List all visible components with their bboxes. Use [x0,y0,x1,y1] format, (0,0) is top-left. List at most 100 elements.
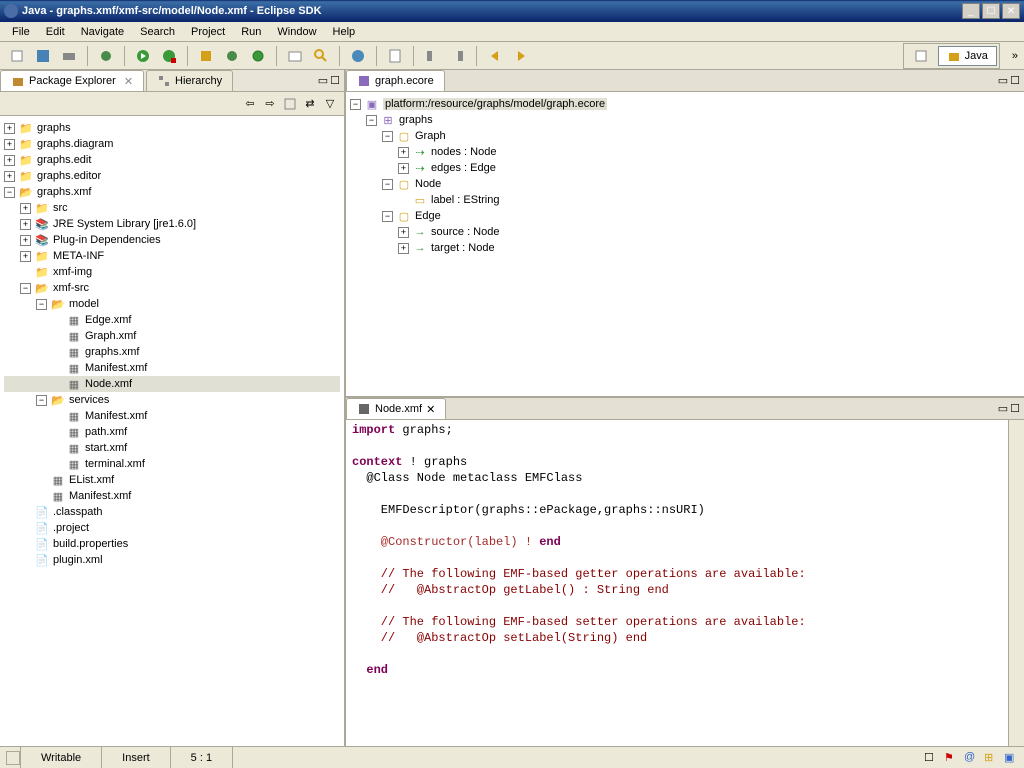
collapse-all-icon[interactable] [282,96,298,112]
tree-services[interactable]: −📂services [4,392,340,408]
save-button[interactable] [32,45,54,67]
minimize-button[interactable]: _ [962,3,980,19]
nav-button-2[interactable] [447,45,469,67]
run-button[interactable] [132,45,154,67]
tree-jre[interactable]: +📚JRE System Library [jre1.6.0] [4,216,340,232]
tree-project-file[interactable]: 📄.project [4,520,340,536]
new-package-button[interactable] [195,45,217,67]
maximize-code-icon[interactable]: ☐ [1010,402,1020,415]
ecore-edge[interactable]: −▢Edge [350,208,1020,224]
package-explorer-tree[interactable]: +📁graphs +📁graphs.diagram +📁graphs.edit … [0,116,344,746]
menu-help[interactable]: Help [325,24,364,40]
tree-project-graphs-xmf[interactable]: −📂graphs.xmf [4,184,340,200]
tree-svc-terminal[interactable]: ▦terminal.xmf [4,456,340,472]
link-editor-icon[interactable]: ⇄ [302,96,318,112]
ecore-node[interactable]: −▢Node [350,176,1020,192]
package-explorer-label: Package Explorer [29,75,116,87]
nav-button[interactable] [421,45,443,67]
view-menu-icon[interactable]: ▽ [322,96,338,112]
status-icon-2[interactable]: ⚑ [944,751,958,765]
maximize-button[interactable]: ☐ [982,3,1000,19]
menu-edit[interactable]: Edit [38,24,73,40]
status-icon-1[interactable]: ☐ [924,751,938,765]
tree-model[interactable]: −📂model [4,296,340,312]
java-icon [947,49,961,63]
run-last-button[interactable] [158,45,180,67]
ecore-node-label[interactable]: ▭label : EString [350,192,1020,208]
menu-window[interactable]: Window [269,24,324,40]
task-button[interactable] [384,45,406,67]
tree-svc-path[interactable]: ▦path.xmf [4,424,340,440]
tree-xmf-src[interactable]: −📂xmf-src [4,280,340,296]
tree-plugin-deps[interactable]: +📚Plug-in Dependencies [4,232,340,248]
forward-button[interactable] [510,45,532,67]
tree-svc-manifest[interactable]: ▦Manifest.xmf [4,408,340,424]
tree-project-graphs[interactable]: +📁graphs [4,120,340,136]
close-icon[interactable]: ✕ [124,75,133,88]
tree-graphs-xmf-file[interactable]: ▦graphs.xmf [4,344,340,360]
code-editor-tabs: Node.xmf ✕ ▭ ☐ [346,398,1024,420]
minimize-view-icon[interactable]: ▭ [318,74,328,87]
forward-nav-icon[interactable]: ⇨ [262,96,278,112]
ecore-edge-source[interactable]: +→source : Node [350,224,1020,240]
tree-project-graphs-diagram[interactable]: +📁graphs.diagram [4,136,340,152]
new-type-button[interactable] [247,45,269,67]
node-xmf-tab[interactable]: Node.xmf ✕ [346,398,446,419]
status-icon-4[interactable]: ⊞ [984,751,998,765]
tree-elist-xmf[interactable]: ▦EList.xmf [4,472,340,488]
java-perspective-button[interactable]: Java [938,46,997,66]
back-nav-icon[interactable]: ⇦ [242,96,258,112]
hierarchy-tab[interactable]: Hierarchy [146,70,233,91]
ecore-graph-nodes[interactable]: +⇢nodes : Node [350,144,1020,160]
ecore-graph-edges[interactable]: +⇢edges : Edge [350,160,1020,176]
ecore-tree[interactable]: −▣platform:/resource/graphs/model/graph.… [346,92,1024,396]
search-button[interactable] [310,45,332,67]
menu-run[interactable]: Run [233,24,269,40]
code-editor-body[interactable]: import graphs; context ! graphs @Class N… [346,420,1008,746]
ecore-edge-target[interactable]: +→target : Node [350,240,1020,256]
close-button[interactable]: ✕ [1002,3,1020,19]
open-perspective-button[interactable] [906,46,936,66]
tree-svc-start[interactable]: ▦start.xmf [4,440,340,456]
menu-navigate[interactable]: Navigate [73,24,132,40]
tree-plugin-xml[interactable]: 📄plugin.xml [4,552,340,568]
tree-project-graphs-editor[interactable]: +📁graphs.editor [4,168,340,184]
toolbar-chevron-icon[interactable]: » [1012,50,1018,62]
tree-src[interactable]: +📁src [4,200,340,216]
tree-node-xmf[interactable]: ▦Node.xmf [4,376,340,392]
close-tab-icon[interactable]: ✕ [426,403,435,416]
status-icon-5[interactable]: ▣ [1004,751,1018,765]
tree-meta-inf[interactable]: +📁META-INF [4,248,340,264]
maximize-editor-icon[interactable]: ☐ [1010,74,1020,87]
menu-search[interactable]: Search [132,24,183,40]
ecore-root[interactable]: −▣platform:/resource/graphs/model/graph.… [350,96,1020,112]
maximize-view-icon[interactable]: ☐ [330,74,340,87]
minimize-code-icon[interactable]: ▭ [998,402,1008,415]
back-button[interactable] [484,45,506,67]
open-type-button[interactable] [284,45,306,67]
debug-button[interactable] [95,45,117,67]
tree-project-graphs-edit[interactable]: +📁graphs.edit [4,152,340,168]
hierarchy-label: Hierarchy [175,75,222,87]
tree-xmf-img[interactable]: 📁xmf-img [4,264,340,280]
tree-graph-xmf[interactable]: ▦Graph.xmf [4,328,340,344]
tree-manifest-xmf2[interactable]: ▦Manifest.xmf [4,488,340,504]
print-button[interactable] [58,45,80,67]
menu-project[interactable]: Project [183,24,233,40]
web-button[interactable] [347,45,369,67]
tree-build-props[interactable]: 📄build.properties [4,536,340,552]
ecore-tab[interactable]: graph.ecore [346,70,445,91]
new-class-button[interactable] [221,45,243,67]
status-icon-3[interactable]: @ [964,751,978,765]
tree-manifest-xmf[interactable]: ▦Manifest.xmf [4,360,340,376]
tree-edge-xmf[interactable]: ▦Edge.xmf [4,312,340,328]
minimize-editor-icon[interactable]: ▭ [998,74,1008,87]
package-explorer-tab[interactable]: Package Explorer ✕ [0,70,144,91]
vertical-scrollbar[interactable] [1008,420,1024,746]
new-button[interactable] [6,45,28,67]
node-xmf-tab-label: Node.xmf [375,403,422,415]
tree-classpath[interactable]: 📄.classpath [4,504,340,520]
ecore-pkg[interactable]: −⊞graphs [350,112,1020,128]
menu-file[interactable]: File [4,24,38,40]
ecore-graph[interactable]: −▢Graph [350,128,1020,144]
